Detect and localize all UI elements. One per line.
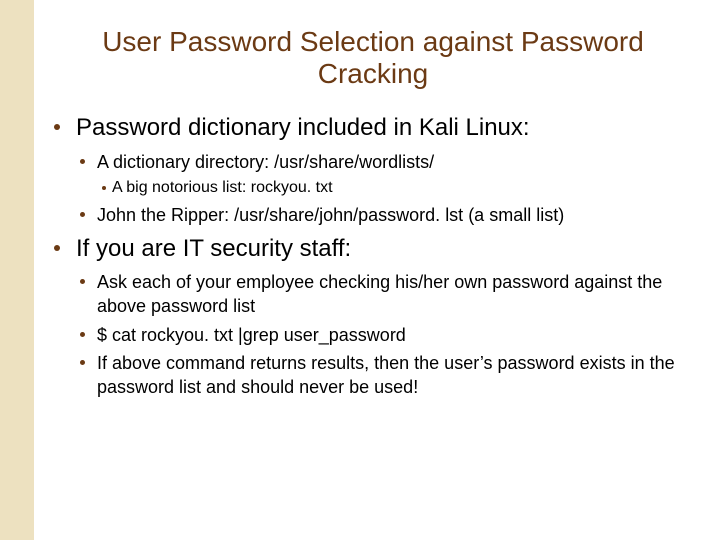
list-item: If above command returns results, then t…	[80, 351, 696, 400]
bullet-icon	[102, 186, 106, 190]
bullet-icon	[54, 245, 60, 251]
bullet-text: Password dictionary included in Kali Lin…	[76, 112, 530, 143]
bullet-list-level1: Password dictionary included in Kali Lin…	[50, 112, 696, 399]
bullet-text: If above command returns results, then t…	[97, 351, 696, 400]
bullet-text: If you are IT security staff:	[76, 233, 351, 264]
bullet-icon	[54, 124, 60, 130]
bullet-text: Ask each of your employee checking his/h…	[97, 270, 696, 319]
bullet-list-level2: Ask each of your employee checking his/h…	[54, 270, 696, 399]
bullet-icon	[80, 279, 85, 284]
bullet-icon	[80, 159, 85, 164]
slide-content: User Password Selection against Password…	[50, 26, 696, 406]
bullet-text: A dictionary directory: /usr/share/wordl…	[97, 150, 434, 174]
list-item: Ask each of your employee checking his/h…	[80, 270, 696, 319]
slide: User Password Selection against Password…	[0, 0, 720, 540]
bullet-icon	[80, 360, 85, 365]
bullet-text: John the Ripper: /usr/share/john/passwor…	[97, 203, 564, 227]
bullet-text: $ cat rockyou. txt |grep user_password	[97, 323, 406, 347]
list-item: A dictionary directory: /usr/share/wordl…	[80, 150, 696, 199]
list-item: If you are IT security staff: Ask each o…	[54, 233, 696, 400]
slide-title: User Password Selection against Password…	[50, 26, 696, 90]
list-item: John the Ripper: /usr/share/john/passwor…	[80, 203, 696, 227]
bullet-text: A big notorious list: rockyou. txt	[112, 178, 333, 199]
list-item: $ cat rockyou. txt |grep user_password	[80, 323, 696, 347]
bullet-icon	[80, 212, 85, 217]
left-accent-band	[0, 0, 34, 540]
bullet-icon	[80, 332, 85, 337]
list-item: A big notorious list: rockyou. txt	[102, 178, 696, 199]
bullet-list-level3: A big notorious list: rockyou. txt	[80, 178, 696, 199]
bullet-list-level2: A dictionary directory: /usr/share/wordl…	[54, 150, 696, 227]
list-item: Password dictionary included in Kali Lin…	[54, 112, 696, 227]
